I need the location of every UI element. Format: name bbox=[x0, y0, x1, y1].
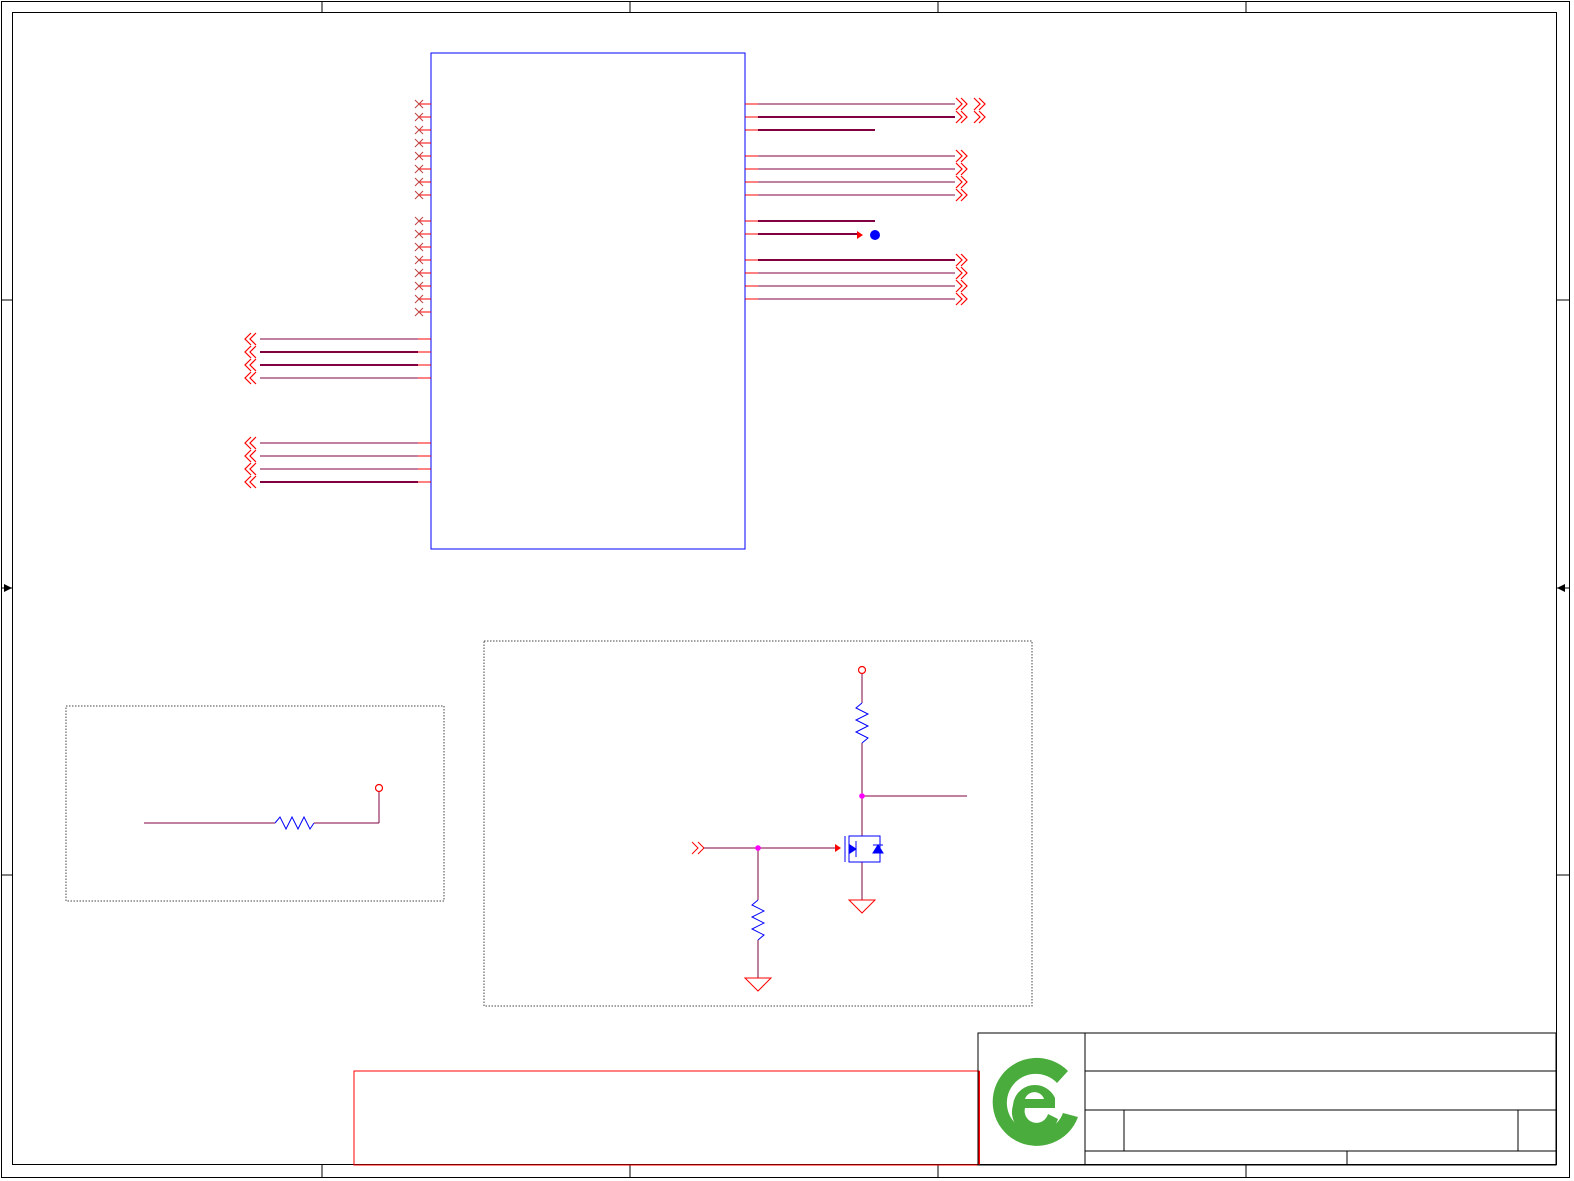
ic-body[interactable] bbox=[430, 52, 746, 550]
ic-left-noconnect-pins bbox=[414, 99, 431, 317]
offsheet-connector bbox=[955, 266, 963, 280]
inner-border bbox=[12, 12, 1557, 1165]
offsheet-connector bbox=[955, 253, 963, 267]
gate-pin-arrow bbox=[835, 844, 841, 852]
offsheet-connector bbox=[249, 358, 257, 372]
test-point-arrow bbox=[857, 231, 863, 239]
offsheet-connector bbox=[955, 97, 963, 111]
mosfet-arrow bbox=[849, 844, 857, 854]
title-block bbox=[977, 1032, 1557, 1166]
offsheet-connector bbox=[955, 149, 963, 163]
test-point[interactable] bbox=[870, 230, 880, 240]
offsheet-connector bbox=[249, 436, 257, 450]
power-port-circle[interactable] bbox=[374, 783, 384, 793]
outer-border bbox=[1, 1, 1570, 1178]
offsheet-connector bbox=[955, 110, 963, 124]
body-diode bbox=[872, 844, 884, 854]
offsheet-connector bbox=[973, 110, 981, 124]
offsheet-connector bbox=[955, 162, 963, 176]
note-box bbox=[353, 1070, 980, 1166]
offsheet-connector bbox=[955, 279, 963, 293]
resistor-gate-pulldown[interactable] bbox=[750, 899, 766, 941]
junction-dot bbox=[755, 845, 761, 851]
resistor-pullup[interactable] bbox=[854, 702, 870, 744]
offsheet-connector bbox=[955, 188, 963, 202]
offsheet-connector bbox=[249, 449, 257, 463]
offsheet-connector bbox=[249, 345, 257, 359]
title-block-frame bbox=[977, 1032, 1557, 1166]
schematic-sheet bbox=[1, 1, 1570, 1178]
power-port-circle[interactable] bbox=[857, 665, 867, 675]
ic-right-net-wires bbox=[745, 97, 986, 306]
ic-left-net-wires bbox=[244, 332, 431, 489]
offsheet-connector bbox=[249, 462, 257, 476]
offsheet-connector bbox=[955, 292, 963, 306]
offsheet-connector bbox=[249, 475, 257, 489]
logo-inner-e bbox=[1011, 1084, 1058, 1136]
offsheet-connector bbox=[973, 97, 981, 111]
junction-dot bbox=[859, 793, 865, 799]
company-logo-icon bbox=[992, 1057, 1078, 1146]
ground-symbol bbox=[743, 977, 773, 992]
offsheet-connector bbox=[697, 841, 705, 855]
offsheet-connector bbox=[249, 332, 257, 346]
ground-symbol bbox=[847, 899, 877, 914]
group-box-left bbox=[65, 705, 445, 902]
mosfet-driver-circuit bbox=[691, 665, 967, 992]
sheet-frame bbox=[1, 1, 1570, 1178]
offsheet-connector[interactable] bbox=[691, 841, 699, 855]
pullup-resistor-circuit bbox=[144, 792, 380, 831]
offsheet-connector bbox=[955, 175, 963, 189]
resistor-r1[interactable] bbox=[274, 815, 315, 831]
offsheet-connector bbox=[249, 371, 257, 385]
mosfet-q1[interactable] bbox=[844, 835, 884, 863]
